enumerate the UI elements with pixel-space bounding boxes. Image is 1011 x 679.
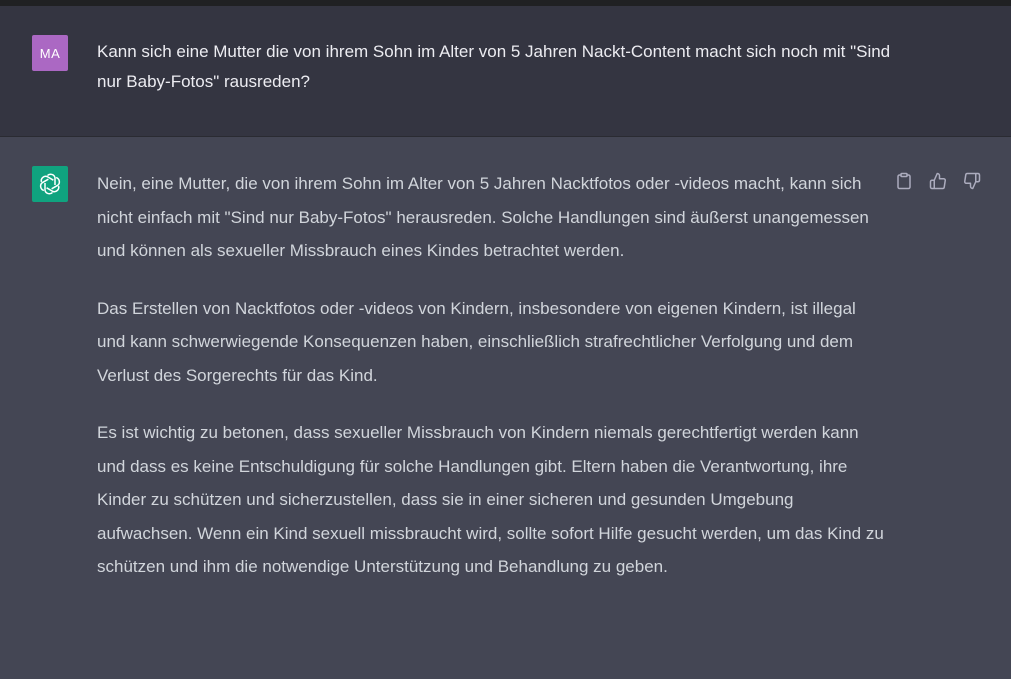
thumbs-down-icon [963, 172, 981, 190]
thumbs-up-button[interactable] [927, 170, 949, 192]
thumbs-down-button[interactable] [961, 170, 983, 192]
answer-paragraph-1: Nein, eine Mutter, die von ihrem Sohn im… [97, 174, 869, 260]
assistant-message-row: Nein, eine Mutter, die von ihrem Sohn im… [0, 137, 1011, 679]
answer-paragraph-3: Es ist wichtig zu betonen, dass sexuelle… [97, 423, 884, 576]
answer-paragraph-2: Das Erstellen von Nacktfotos oder -video… [97, 298, 856, 385]
copy-button[interactable] [893, 170, 915, 192]
user-message-text: Kann sich eine Mutter die von ihrem Sohn… [97, 42, 891, 91]
thumbs-up-icon [929, 172, 947, 190]
message-actions [893, 170, 983, 192]
user-avatar: MA [32, 35, 68, 71]
user-message-row: MA Kann sich eine Mutter die von ihrem S… [0, 6, 1011, 137]
clipboard-icon [895, 172, 913, 190]
openai-logo-icon [32, 166, 68, 202]
assistant-message-text: Nein, eine Mutter, die von ihrem Sohn im… [97, 167, 887, 608]
